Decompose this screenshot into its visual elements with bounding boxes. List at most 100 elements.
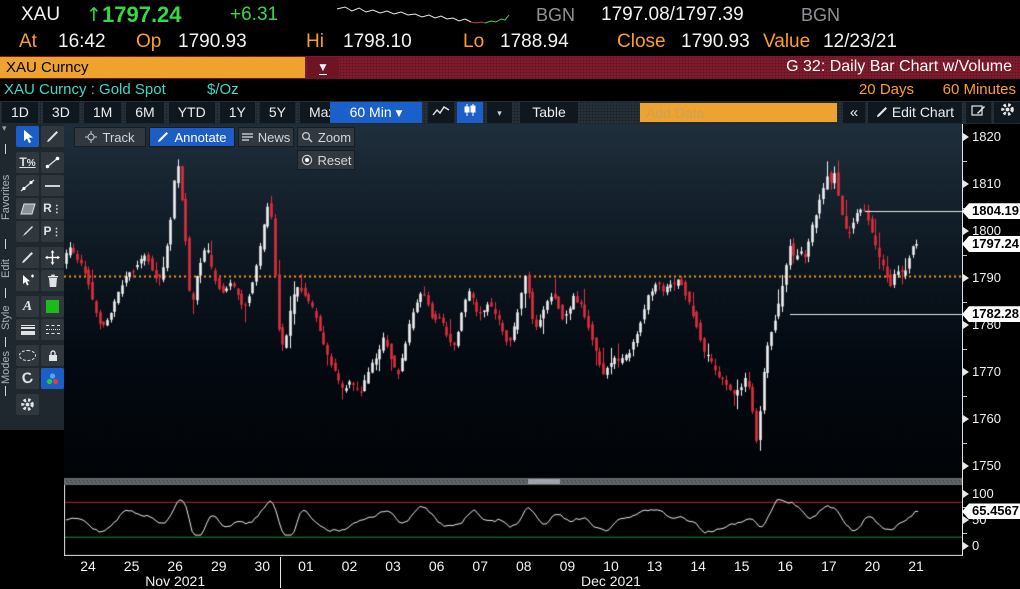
- time-axis[interactable]: 2425262930010203060708091013141516172021…: [64, 556, 962, 589]
- line-chart-type-button[interactable]: [428, 102, 454, 123]
- date-label-29: 29: [197, 558, 241, 574]
- security-description: XAU Curncy : Gold Spot: [4, 81, 166, 98]
- range-button-ytd[interactable]: YTD: [169, 102, 215, 123]
- pencil-tool-button[interactable]: [16, 247, 39, 268]
- last-price-marker: 1797.24: [962, 236, 1020, 252]
- cursor-tool-button[interactable]: [16, 126, 39, 147]
- date-label-25: 25: [110, 558, 154, 574]
- date-label-09: 09: [545, 558, 589, 574]
- select-add-tool-button[interactable]: [16, 270, 39, 291]
- bloomberg-terminal-window: XAU ↑ 1797.24 +6.31 BGN 1797.08/1797.39 …: [0, 0, 1020, 589]
- indicator-value-marker: 65.4567: [962, 503, 1020, 519]
- chart-type-dropdown[interactable]: ▾: [487, 102, 512, 123]
- range-button-1y[interactable]: 1Y: [220, 102, 255, 123]
- panel-divider-scrollbar[interactable]: [64, 478, 962, 485]
- table-button[interactable]: Table: [520, 102, 578, 123]
- quote-bar: XAU ↑ 1797.24 +6.31 BGN 1797.08/1797.39 …: [0, 0, 1020, 56]
- price-tick-label: 1760: [972, 411, 1001, 426]
- range-button-6m[interactable]: 6M: [126, 102, 163, 123]
- move-tool-button[interactable]: [41, 247, 64, 268]
- chart-settings-button[interactable]: [994, 102, 1020, 123]
- segment-tool-button[interactable]: [41, 152, 64, 173]
- reset-button[interactable]: Reset: [297, 150, 355, 170]
- regression-tool-button[interactable]: R⋮: [41, 198, 64, 219]
- text-annotation-tool-button[interactable]: T%: [16, 152, 39, 173]
- price-tick: [963, 396, 967, 397]
- chart-plot[interactable]: [64, 124, 962, 556]
- news-button[interactable]: News: [238, 127, 294, 147]
- magnet-tool-button[interactable]: C: [16, 368, 39, 389]
- channel-tool-button[interactable]: [16, 198, 39, 219]
- date-label-14: 14: [676, 558, 720, 574]
- lasso-tool-button[interactable]: [16, 345, 39, 366]
- zoom-button[interactable]: Zoom: [297, 127, 355, 147]
- price-tick-label: 1790: [972, 270, 1001, 285]
- settings-tool-button[interactable]: [16, 394, 39, 415]
- collapse-panel-button[interactable]: «: [843, 102, 865, 123]
- color-swatch-tool-icon: [46, 300, 59, 313]
- track-button[interactable]: Track: [74, 127, 146, 147]
- price-tick: [963, 443, 967, 444]
- sidebar-collapse-icon[interactable]: ▾: [2, 124, 7, 134]
- date-label-15: 15: [720, 558, 764, 574]
- up-arrow-icon: ↑: [86, 4, 102, 26]
- line-width-tool-button[interactable]: [16, 319, 39, 340]
- pitchfork-tool-button[interactable]: P⋮: [41, 221, 64, 242]
- security-input[interactable]: XAU Curncy: [0, 57, 305, 78]
- draw-tool-button[interactable]: [41, 126, 64, 147]
- channel-tool-icon: [20, 203, 36, 215]
- price-tick-1820: [963, 133, 969, 141]
- period-days: 20 Days: [859, 81, 914, 98]
- candle-chart-type-button[interactable]: [457, 102, 483, 123]
- font-tool-button[interactable]: A: [16, 296, 39, 317]
- trend-line-tool-button[interactable]: [16, 175, 39, 196]
- line-style-tool-button[interactable]: [41, 319, 64, 340]
- palette-mode-tool-icon: [45, 372, 60, 386]
- pin-tool-button[interactable]: [41, 345, 64, 366]
- settings-tool-icon: [20, 397, 35, 412]
- annotation-price-marker: 1782.28: [962, 306, 1020, 322]
- security-dropdown-button[interactable]: ▼: [307, 57, 339, 78]
- trend-line-tool-icon: [20, 179, 35, 192]
- price-tick: [963, 255, 967, 256]
- range-button-5y[interactable]: 5Y: [260, 102, 295, 123]
- horizontal-line-tool-button[interactable]: [41, 175, 64, 196]
- delete-tool-button[interactable]: [41, 270, 64, 291]
- chevron-down-icon: ▼: [396, 109, 403, 119]
- sidebar-group-label-edit: Edit: [0, 247, 14, 291]
- price-axis[interactable]: 1820181018001790178017701760175010050018…: [962, 124, 1020, 589]
- news-label: News: [258, 130, 291, 145]
- open-value: 1790.93: [178, 31, 247, 53]
- edit-chart-label: Edit Chart: [892, 104, 954, 120]
- reset-label: Reset: [318, 153, 352, 168]
- annotate-pencil-icon: [157, 131, 169, 143]
- price-tick-label: 1810: [972, 176, 1001, 191]
- lasso-tool-icon: [19, 350, 36, 361]
- gear-icon: [1000, 102, 1015, 117]
- color-swatch-tool-button[interactable]: [41, 296, 64, 317]
- at-time: 16:42: [58, 31, 106, 53]
- chart-notes-button[interactable]: [966, 102, 991, 123]
- range-button-3d[interactable]: 3D: [43, 102, 79, 123]
- annotate-button[interactable]: Annotate: [149, 127, 235, 147]
- zoom-label: Zoom: [318, 130, 351, 145]
- chart-notes-icon: [971, 104, 986, 117]
- regression-tool-icon: R⋮: [43, 202, 62, 215]
- chart-toolbar: 1D3D1M6MYTD1Y5YMax 60 Min ▼ ▾ Table « Ed…: [0, 101, 1020, 124]
- brush-tool-button[interactable]: [16, 221, 39, 242]
- interval-dropdown[interactable]: 60 Min ▼: [330, 102, 422, 123]
- delete-tool-icon: [47, 274, 59, 288]
- range-button-1m[interactable]: 1M: [84, 102, 121, 123]
- chevron-down-icon: ▾: [497, 109, 502, 119]
- date-label-24: 24: [66, 558, 110, 574]
- security-info-row: XAU Curncy : Gold Spot $/Oz 20 Days 60 M…: [0, 79, 1020, 101]
- add-data-input[interactable]: [640, 103, 837, 122]
- palette-mode-tool-button[interactable]: [41, 368, 64, 389]
- edit-chart-button[interactable]: Edit Chart: [868, 102, 962, 123]
- range-button-1d[interactable]: 1D: [2, 102, 38, 123]
- close-value: 1790.93: [681, 31, 750, 53]
- date-label-07: 07: [458, 558, 502, 574]
- candle-chart-icon: [462, 103, 478, 117]
- price-tick-100: [963, 490, 969, 498]
- text-annotation-tool-icon: T%: [19, 156, 35, 169]
